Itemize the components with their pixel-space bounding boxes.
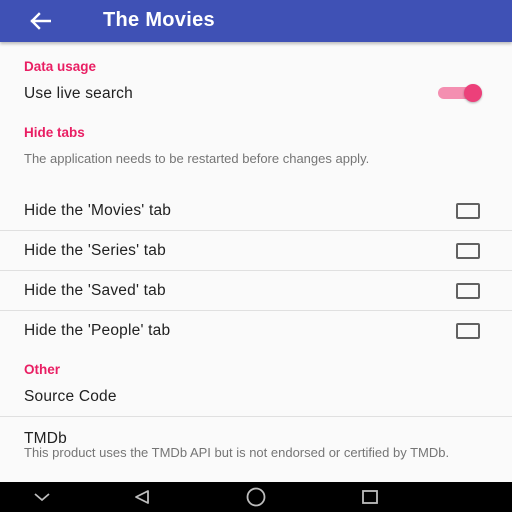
hide-movies-label: Hide the 'Movies' tab (24, 202, 172, 219)
arrow-left-icon (30, 12, 51, 30)
hide-series-row[interactable]: Hide the 'Series' tab (0, 232, 512, 270)
category-data-usage: Data usage (24, 59, 97, 74)
home-circle-icon (246, 487, 266, 507)
hide-people-checkbox[interactable] (456, 323, 480, 339)
nav-recents-button[interactable] (350, 484, 390, 510)
hide-saved-row[interactable]: Hide the 'Saved' tab (0, 272, 512, 310)
tmdb-row[interactable]: TMDb This product uses the TMDb API but … (0, 420, 512, 476)
app-title: The Movies (103, 9, 215, 31)
category-other: Other (24, 362, 61, 377)
live-search-label: Use live search (24, 85, 133, 102)
app-bar: The Movies (0, 0, 512, 42)
chevron-down-icon (34, 493, 50, 502)
switch-thumb (464, 84, 482, 102)
system-nav-bar (0, 482, 512, 512)
divider (0, 230, 512, 231)
recents-square-icon (362, 490, 378, 504)
divider (0, 270, 512, 271)
hide-series-label: Hide the 'Series' tab (24, 242, 166, 259)
hide-people-row[interactable]: Hide the 'People' tab (0, 312, 512, 350)
source-code-row[interactable]: Source Code (0, 380, 512, 414)
source-code-label: Source Code (24, 388, 117, 405)
hide-saved-label: Hide the 'Saved' tab (24, 282, 166, 299)
back-triangle-icon (135, 490, 149, 504)
hide-movies-checkbox[interactable] (456, 203, 480, 219)
hide-movies-row[interactable]: Hide the 'Movies' tab (0, 192, 512, 230)
nav-hide-keyboard-button[interactable] (22, 484, 62, 510)
back-button[interactable] (22, 6, 58, 36)
tmdb-summary: This product uses the TMDb API but is no… (24, 445, 450, 460)
hide-series-checkbox[interactable] (456, 243, 480, 259)
live-search-switch[interactable] (436, 82, 486, 102)
restart-note: The application needs to be restarted be… (24, 151, 370, 166)
divider (0, 416, 512, 417)
nav-back-button[interactable] (122, 484, 162, 510)
settings-list: Data usage Use live search Hide tabs The… (0, 42, 512, 482)
hide-people-label: Hide the 'People' tab (24, 322, 171, 339)
divider (0, 310, 512, 311)
nav-home-button[interactable] (236, 484, 276, 510)
hide-saved-checkbox[interactable] (456, 283, 480, 299)
category-hide-tabs: Hide tabs (24, 125, 85, 140)
